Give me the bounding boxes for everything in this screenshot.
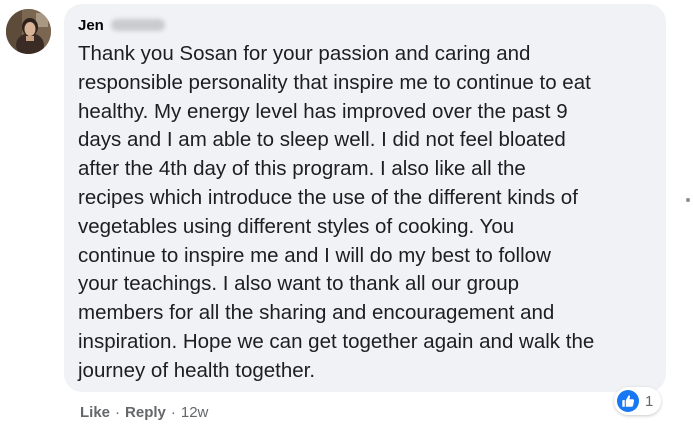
comment-line: recipes which introduce the use of the d… xyxy=(78,185,578,209)
like-icon xyxy=(617,390,639,412)
like-button[interactable]: Like xyxy=(80,404,110,421)
separator: · xyxy=(115,403,121,421)
comment-line: days and I am able to sleep well. I did … xyxy=(78,128,566,152)
redacted-surname xyxy=(110,19,165,31)
comment-line: vegetables using different styles of coo… xyxy=(78,214,515,238)
reaction-count: 1 xyxy=(645,392,654,410)
comment-line: responsible personality that inspire me … xyxy=(78,70,591,94)
timestamp[interactable]: 12w xyxy=(181,404,209,421)
comment-line: after the 4th day of this program. I als… xyxy=(78,157,526,181)
more-options-icon[interactable] xyxy=(686,198,690,202)
avatar[interactable] xyxy=(6,9,51,54)
comment-actions: Like · Reply · 12w xyxy=(80,402,208,422)
separator: · xyxy=(170,403,176,421)
comment-line: members for all the sharing and encourag… xyxy=(78,301,555,325)
comment-line: healthy. My energy level has improved ov… xyxy=(78,99,568,123)
reply-button[interactable]: Reply xyxy=(125,404,166,421)
reaction-summary[interactable]: 1 xyxy=(614,387,662,415)
comment-line: continue to inspire me and I will do my … xyxy=(78,243,551,267)
comment-line: Thank you Sosan for your passion and car… xyxy=(78,42,531,65)
comment-line: inspiration. Hope we can get together ag… xyxy=(78,329,595,353)
author-name[interactable]: Jen xyxy=(78,17,104,34)
comment-text: Thank you Sosan for your passion and car… xyxy=(78,40,658,386)
comment-line: journey of health together. xyxy=(78,358,316,382)
comment-bubble: Jen Thank you Sosan for your passion and… xyxy=(64,4,666,392)
comment-line: your teachings. I also want to thank all… xyxy=(78,272,520,296)
comment-header: Jen xyxy=(78,15,165,35)
